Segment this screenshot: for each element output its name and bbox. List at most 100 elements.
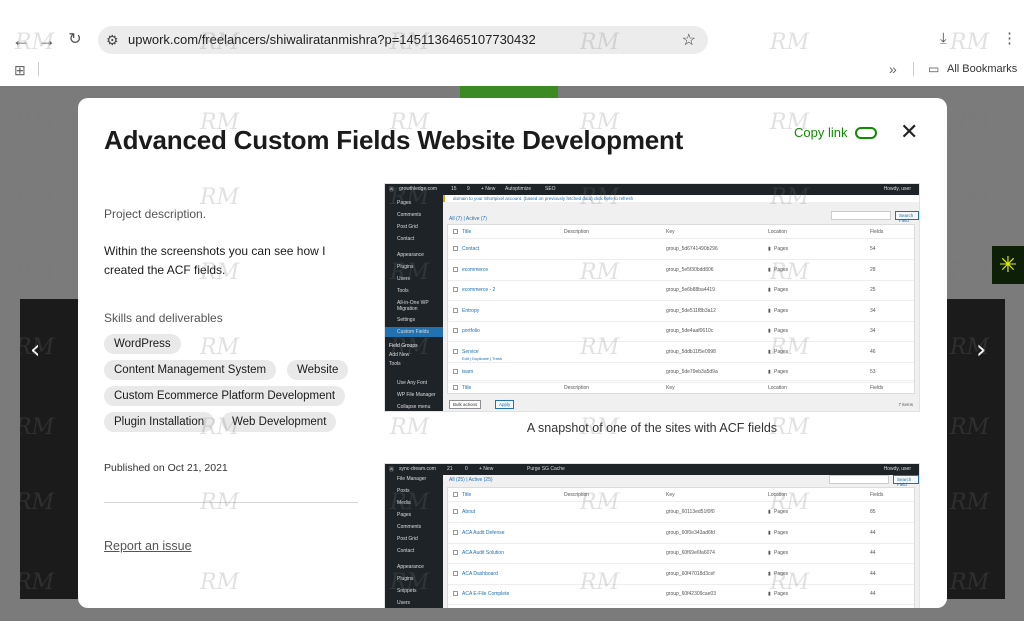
wp-field-group-table: Title Description Key Location Fields Co… xyxy=(447,224,915,394)
report-issue-link[interactable]: Report an issue xyxy=(104,539,192,553)
table-row[interactable]: Service group_5ddb11f5e0998 Pages 46 ▮ Edit |… xyxy=(448,342,914,363)
screenshot-caption: A snapshot of one of the sites with ACF … xyxy=(526,421,778,435)
table-row[interactable]: ecommerce group_5e5f30bdd806 Pages 28 ▮ xyxy=(448,260,914,281)
wp-sidebar: File Manager Posts Media Pages Comments … xyxy=(385,475,443,608)
close-icon[interactable]: ✕ xyxy=(900,120,918,145)
column-header: Location xyxy=(768,229,787,235)
skill-chip[interactable]: Custom Ecommerce Platform Development xyxy=(104,386,346,406)
folder-icon[interactable]: ▭ xyxy=(928,62,939,76)
skills-label: Skills and deliverables xyxy=(104,311,223,325)
row-key: group_60113ed51f0f0 xyxy=(666,509,715,515)
row-location: Pages xyxy=(774,591,789,597)
bookmarks-bar: ⊞ » ▭ All Bookmarks xyxy=(0,60,1024,82)
row-location: Pages xyxy=(774,246,789,252)
row-key: group_60f47018d3cef xyxy=(666,570,715,577)
row-title[interactable]: ACA Audit Solution xyxy=(462,550,504,556)
table-row[interactable]: ACA E-File Complete group_60f42309cae03 Pa… xyxy=(448,584,914,605)
page-icon: ▮ xyxy=(768,591,771,597)
url-text[interactable]: upwork.com/freelancers/shiwaliratanmishr… xyxy=(128,32,536,47)
apps-grid-icon[interactable]: ⊞ xyxy=(14,62,26,79)
page-icon: ▮ xyxy=(768,570,771,577)
row-title[interactable]: ecommerce xyxy=(462,267,488,273)
table-row[interactable]: Contact group_5d6741490b296 Pages 54 ▮ xyxy=(448,239,914,260)
table-row[interactable]: ecommerce - 2 group_5e6b88ba4419 Pages 25 ▮ xyxy=(448,280,914,301)
column-header: Key xyxy=(666,229,675,235)
wp-field-group-table: Title Description Key Location Fields Ab… xyxy=(447,487,915,608)
table-row[interactable]: portfolio group_5de4aaf0610c Pages 34 ▮ xyxy=(448,321,914,342)
table-row[interactable]: ACA Audit Solution group_60f69e6fa6074 Pag… xyxy=(448,543,914,564)
checkbox[interactable] xyxy=(453,369,458,374)
published-date: Published on Oct 21, 2021 xyxy=(104,462,228,474)
wp-menu-item: Users xyxy=(397,600,411,606)
wp-bar-item: + New xyxy=(481,186,496,192)
next-arrow-icon[interactable]: › xyxy=(976,335,986,365)
checkbox[interactable] xyxy=(453,287,458,292)
checkbox[interactable] xyxy=(453,509,458,514)
table-row[interactable]: Entropy group_5de511f8b3a12 Pages 34 ▮ xyxy=(448,301,914,322)
skill-chip[interactable]: WordPress xyxy=(104,334,181,354)
back-icon[interactable]: ← xyxy=(10,30,32,50)
menu-icon[interactable]: ⋮ xyxy=(1002,29,1017,47)
row-fields: 34 xyxy=(870,328,876,334)
row-title[interactable]: ACA E-File Complete xyxy=(462,591,509,597)
row-title[interactable]: team xyxy=(462,369,473,375)
row-key: group_60f69e6fa6074 xyxy=(666,550,715,556)
wp-sidebar: Pages Comments Post Grid Contact Appeara… xyxy=(385,195,443,411)
checkbox[interactable] xyxy=(453,550,458,555)
wp-site-name: growthledge.com xyxy=(399,186,438,192)
wp-menu-item: Pages xyxy=(397,200,412,206)
checkbox[interactable] xyxy=(453,246,458,251)
row-title[interactable]: ecommerce - 2 xyxy=(462,287,495,293)
site-settings-icon[interactable]: ⚙ xyxy=(106,32,119,49)
all-bookmarks-link[interactable]: All Bookmarks xyxy=(947,63,1017,75)
column-header: Location xyxy=(768,385,787,391)
wp-bar-item: Purge SG Cache xyxy=(527,466,565,472)
wp-bar-item: 21 xyxy=(447,466,453,472)
row-title[interactable]: Entropy xyxy=(462,308,479,314)
wp-menu-item: Posts xyxy=(397,488,410,494)
skill-chip[interactable]: Plugin Installation xyxy=(104,412,215,432)
page-footer-strip xyxy=(0,621,1024,639)
row-title[interactable]: ACA Audit Defense xyxy=(462,530,505,536)
page-icon: ▮ xyxy=(768,348,771,355)
skill-chip[interactable]: Web Development xyxy=(222,412,337,432)
row-title[interactable]: ACA Dashboard xyxy=(462,571,498,577)
checkbox[interactable] xyxy=(453,529,458,535)
row-actions[interactable]: Edit | Duplicate | Trash xyxy=(462,356,502,361)
row-location: Pages xyxy=(774,570,789,577)
reload-icon[interactable]: ↻ xyxy=(64,30,86,50)
row-title[interactable]: About xyxy=(462,509,475,515)
row-title[interactable]: portfolio xyxy=(462,328,480,334)
download-icon[interactable]: ⤓ xyxy=(940,30,947,47)
checkbox[interactable] xyxy=(453,328,458,333)
page-icon: ▮ xyxy=(768,369,771,375)
project-screenshot-1[interactable]: Ⓦ growthledge.com 15 9 + New Autoptimize… xyxy=(384,183,920,412)
wp-menu-item: Users xyxy=(397,276,411,282)
table-row[interactable]: ACA Dashboard group_60f47018d3cef Pages 44 ▮ xyxy=(448,564,914,585)
row-location: Pages xyxy=(774,509,789,515)
checkbox[interactable] xyxy=(453,570,458,576)
skill-chip[interactable]: Content Management System xyxy=(104,360,277,380)
feedback-tab-icon[interactable]: ✳ xyxy=(992,246,1024,284)
checkbox[interactable] xyxy=(453,591,458,596)
project-screenshot-2[interactable]: Ⓦ sync-dream.com 21 0 + New Purge SG Cac… xyxy=(384,463,920,608)
address-bar[interactable]: ⚙ upwork.com/freelancers/shiwaliratanmis… xyxy=(98,26,708,54)
description-label: Project description. xyxy=(104,207,207,221)
wp-filter: All (25) | Active (25) xyxy=(449,477,493,483)
forward-icon[interactable]: → xyxy=(36,30,58,50)
row-title[interactable]: Contact xyxy=(462,246,479,252)
bookmark-star-icon[interactable]: ☆ xyxy=(682,30,696,50)
checkbox[interactable] xyxy=(453,266,458,272)
row-title[interactable]: Service xyxy=(462,349,479,355)
checkbox[interactable] xyxy=(453,348,458,354)
skill-chip[interactable]: Website xyxy=(287,360,349,380)
wp-menu-item: Post Grid xyxy=(397,224,418,230)
chevron-more-icon[interactable]: » xyxy=(889,61,897,77)
wp-menu-item: Snippets xyxy=(397,588,417,594)
previous-arrow-icon[interactable]: ‹ xyxy=(30,335,40,365)
checkbox[interactable] xyxy=(453,307,458,313)
table-row[interactable]: About group_60113ed51f0f0 Pages 85 ▮ xyxy=(448,502,914,523)
wp-notice-text: domain to your Shortpixel account. (base… xyxy=(453,196,634,201)
copy-link-button[interactable]: Copy link xyxy=(794,125,878,140)
table-row[interactable]: ACA Audit Defense group_60f0e343ad6fd Page… xyxy=(448,523,914,544)
